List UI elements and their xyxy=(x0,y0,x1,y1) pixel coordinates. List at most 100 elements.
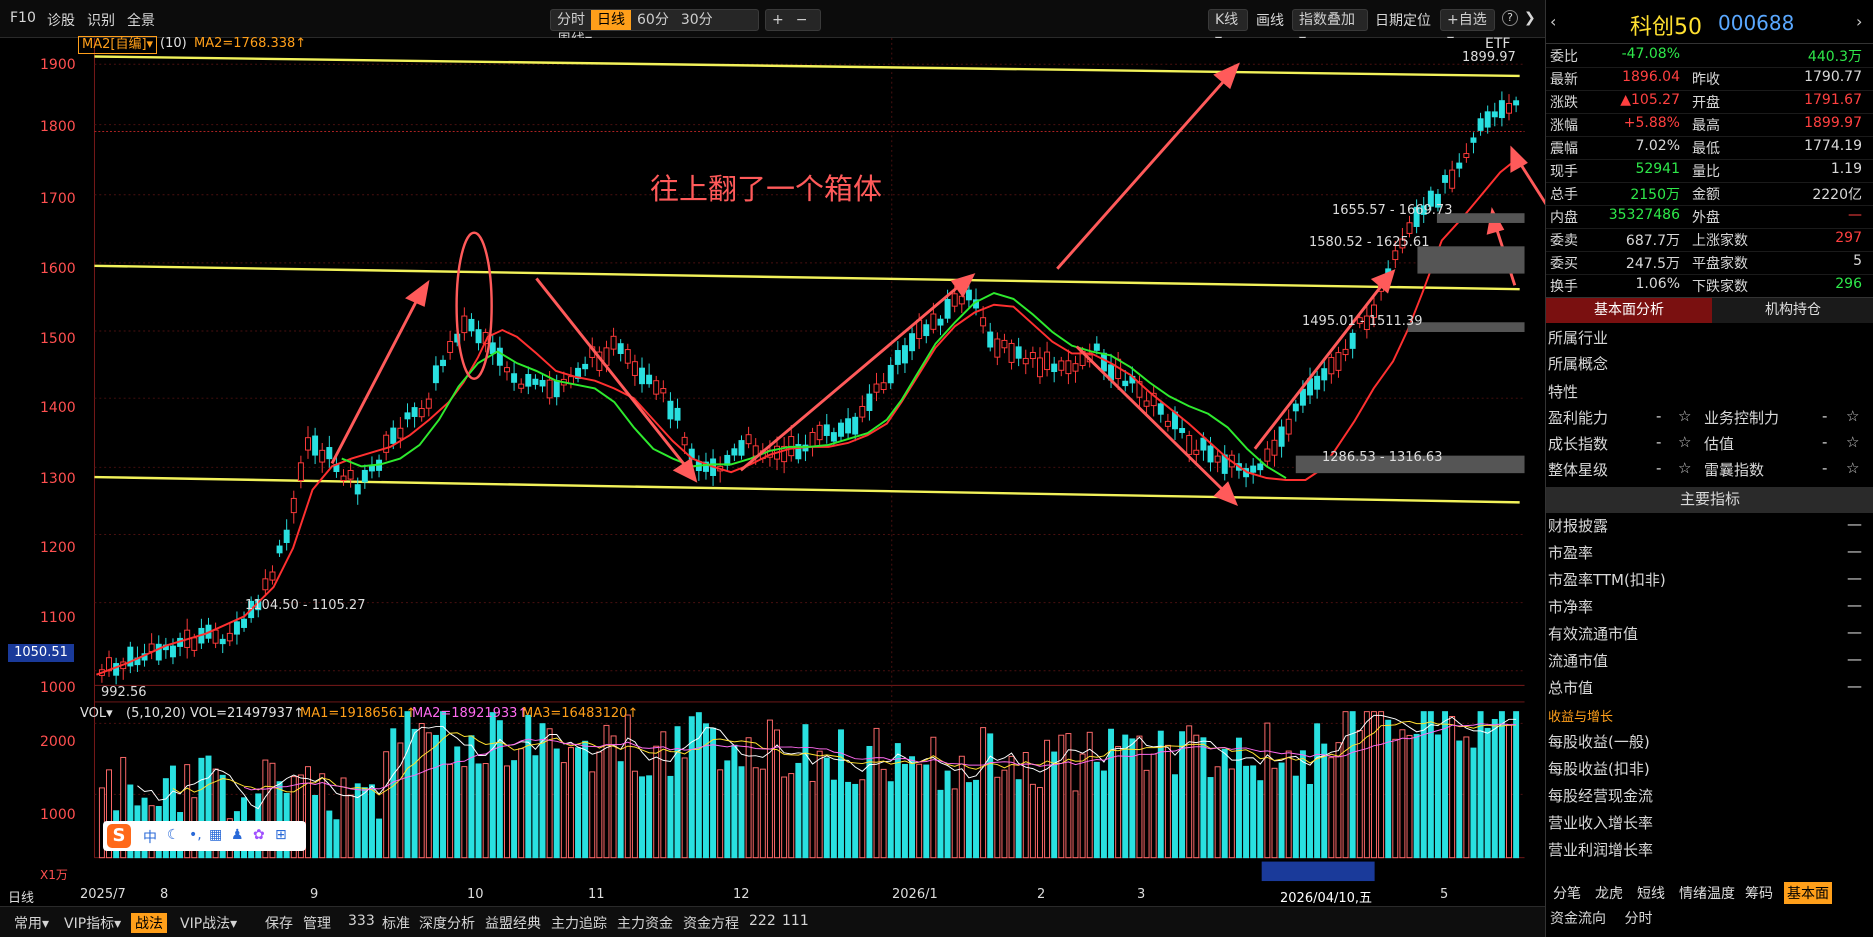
tab-111[interactable]: 111 xyxy=(782,913,809,929)
panel-tab[interactable]: 基本面 xyxy=(1784,882,1832,904)
tab-fund-equation[interactable]: 资金方程 xyxy=(683,913,739,933)
watchlist-dropdown[interactable]: +自选▾ xyxy=(1440,9,1495,48)
period-label[interactable]: 日线 xyxy=(8,887,34,906)
candle xyxy=(610,335,617,350)
industry-row[interactable]: 所属行业 xyxy=(1546,327,1873,353)
period-30min[interactable]: 30分 xyxy=(675,10,719,30)
help-icon[interactable]: ? xyxy=(1502,10,1518,26)
star-icon[interactable]: ☆ xyxy=(1678,407,1691,425)
star-icon[interactable]: ☆ xyxy=(1846,433,1859,451)
growth-row[interactable]: 每股经营现金流 xyxy=(1546,785,1873,811)
date-tick: 12 xyxy=(733,887,750,902)
indicator-label: 有效流通市值 xyxy=(1548,625,1639,643)
zoom-out-button[interactable]: − xyxy=(790,10,814,30)
candle xyxy=(958,295,965,305)
date-tick: 9 xyxy=(310,887,319,902)
tab-deep-analysis[interactable]: 深度分析 xyxy=(419,913,475,933)
indicator-row[interactable]: 市盈率TTM(扣非) — xyxy=(1546,569,1873,595)
tab-standard[interactable]: 标准 xyxy=(382,913,410,933)
tab-fundamental[interactable]: 基本面分析 xyxy=(1546,298,1712,323)
candle xyxy=(1207,445,1214,463)
panel-tab[interactable]: 龙虎 xyxy=(1592,882,1626,904)
vip-indicator-dropdown[interactable]: VIP指标▾ xyxy=(64,913,121,933)
collapse-icon[interactable]: ❯ xyxy=(1524,10,1536,26)
kline-chart[interactable] xyxy=(0,38,1545,883)
volume-bar xyxy=(802,724,809,859)
star-icon[interactable]: ☆ xyxy=(1846,459,1859,477)
candle xyxy=(1292,403,1299,412)
period-daily[interactable]: 日线 xyxy=(591,10,631,30)
indicator-row[interactable]: 有效流通市值 — xyxy=(1546,623,1873,649)
candle xyxy=(1463,153,1470,158)
volume-bar xyxy=(489,712,496,859)
manage-button[interactable]: 管理 xyxy=(303,913,331,933)
candle xyxy=(241,618,248,628)
tab-222[interactable]: 222 xyxy=(749,913,776,929)
ime-grid-icon[interactable]: ⊞ xyxy=(275,827,287,843)
tab-yimeng-classic[interactable]: 益盟经典 xyxy=(485,913,541,933)
indicator-row[interactable]: 总市值 — xyxy=(1546,677,1873,703)
volume-bar xyxy=(1186,725,1193,859)
tab-333[interactable]: 333 xyxy=(348,913,375,929)
tab-fund-flow[interactable]: 资金流向 xyxy=(1550,911,1606,927)
ime-lang-icon[interactable]: 中 xyxy=(143,827,157,847)
ime-toolbar[interactable]: S 中 ☾ •, ▦ ♟ ✿ ⊞ xyxy=(103,821,306,851)
strategy-tab[interactable]: 战法 xyxy=(131,913,167,933)
common-dropdown[interactable]: 常用▾ xyxy=(14,913,49,933)
indicator-row[interactable]: 流通市值 — xyxy=(1546,650,1873,676)
quote-value: 35327486 xyxy=(1608,207,1680,223)
next-stock-icon[interactable]: › xyxy=(1856,12,1862,31)
period-minute[interactable]: 分时 xyxy=(551,10,591,30)
f10-button[interactable]: F10 xyxy=(10,10,36,26)
indicator-row[interactable]: 市净率 — xyxy=(1546,596,1873,622)
tab-main-funds[interactable]: 主力资金 xyxy=(617,913,673,933)
ime-punct-icon[interactable]: •, xyxy=(189,827,202,843)
candle xyxy=(347,469,354,480)
vol-unit: X1万 xyxy=(40,868,68,882)
candle xyxy=(319,449,326,463)
star-icon[interactable]: ☆ xyxy=(1678,433,1691,451)
growth-row[interactable]: 每股收益(一般) xyxy=(1546,731,1873,757)
index-overlay-dropdown[interactable]: 指数叠加▾ xyxy=(1292,9,1368,48)
ime-moon-icon[interactable]: ☾ xyxy=(167,827,180,843)
star-icon[interactable]: ☆ xyxy=(1678,459,1691,477)
vip-strategy-dropdown[interactable]: VIP战法▾ xyxy=(180,913,237,933)
indicator-row[interactable]: 市盈率 — xyxy=(1546,542,1873,568)
overview-button[interactable]: 全景 xyxy=(127,10,155,30)
candle xyxy=(169,645,176,658)
ime-keyboard-icon[interactable]: ▦ xyxy=(209,827,222,843)
ime-skin-icon[interactable]: ✿ xyxy=(253,827,265,843)
main-indicators-header[interactable]: 主要指标 xyxy=(1546,487,1873,513)
draw-line-button[interactable]: 画线 xyxy=(1256,10,1284,30)
vol-selector[interactable]: VOL▾ xyxy=(80,706,113,721)
quote-value: 1.06% xyxy=(1635,276,1680,292)
concept-row[interactable]: 所属概念 xyxy=(1546,353,1873,379)
tab-main-tracking[interactable]: 主力追踪 xyxy=(551,913,607,933)
kline-dropdown[interactable]: K线▾ xyxy=(1208,9,1248,48)
panel-tab[interactable]: 情绪温度 xyxy=(1676,882,1738,904)
ime-user-icon[interactable]: ♟ xyxy=(231,827,244,843)
panel-tab[interactable]: 分笔 xyxy=(1550,882,1584,904)
prev-stock-icon[interactable]: ‹ xyxy=(1550,12,1556,31)
panel-tab[interactable]: 短线 xyxy=(1634,882,1668,904)
panel-tab[interactable]: 筹码 xyxy=(1742,882,1776,904)
zoom-in-button[interactable]: + xyxy=(766,10,790,30)
growth-row[interactable]: 每股收益(扣非) xyxy=(1546,758,1873,784)
tab-intraday[interactable]: 分时 xyxy=(1624,911,1652,927)
candle xyxy=(660,388,667,394)
volume-bar xyxy=(333,819,340,859)
vol-value: VOL=21497937↑ xyxy=(190,706,305,721)
diagnose-button[interactable]: 诊股 xyxy=(47,10,75,30)
star-icon[interactable]: ☆ xyxy=(1846,407,1859,425)
quote-label-right: 开盘 xyxy=(1692,95,1720,111)
recognize-button[interactable]: 识别 xyxy=(87,10,115,30)
period-60min[interactable]: 60分 xyxy=(631,10,675,30)
date-locate-button[interactable]: 日期定位 xyxy=(1375,10,1431,30)
growth-row[interactable]: 营业收入增长率 xyxy=(1546,812,1873,838)
tab-institution[interactable]: 机构持仓 xyxy=(1712,298,1873,323)
ma-indicator-selector[interactable]: MA2[自编]▾ xyxy=(78,36,158,54)
indicator-row[interactable]: 财报披露 — xyxy=(1546,515,1873,541)
traits-row[interactable]: 特性 xyxy=(1546,381,1873,407)
growth-row[interactable]: 营业利润增长率 xyxy=(1546,839,1873,865)
save-button[interactable]: 保存 xyxy=(265,913,293,933)
